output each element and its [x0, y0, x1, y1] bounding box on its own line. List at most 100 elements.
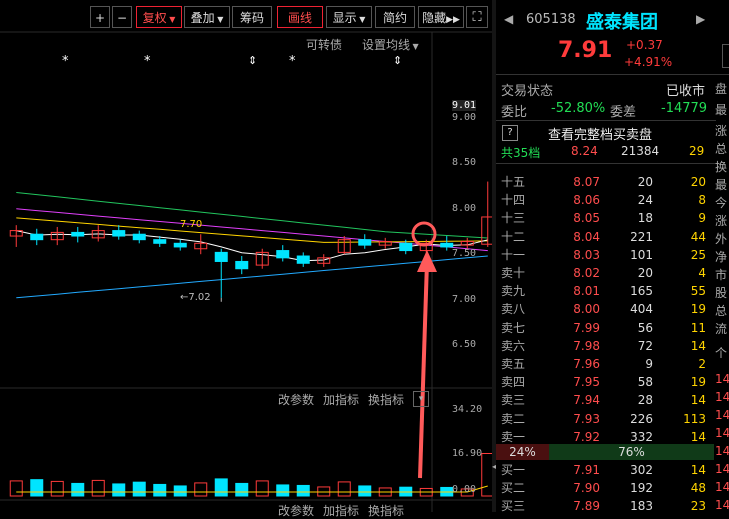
full-order-book-link[interactable]: 查看完整档买卖盘 — [548, 124, 652, 143]
stock-name[interactable]: 盛泰集团 — [586, 8, 658, 34]
volume-bar — [235, 482, 249, 497]
bid-row[interactable]: 买一 7.91 302 14 — [496, 461, 729, 479]
side-stat-label: 净 — [715, 250, 728, 264]
level-price: 8.01 — [573, 284, 600, 299]
huanzhibiao-button-2[interactable]: 换指标 — [368, 502, 404, 519]
quote-panel: ◀ 605138 盛泰集团 ▶ 7.91 +0.37 +4.91% 交易状态 已… — [496, 0, 729, 515]
webi-value: -52.80% — [551, 101, 606, 116]
side-stat-label: 换 — [715, 160, 728, 174]
level-count: 23 — [690, 499, 706, 514]
side-stat-label: 最 — [715, 103, 728, 117]
ask-row[interactable]: 卖五 7.96 9 2 — [496, 355, 729, 373]
y-tick: 7.50 — [452, 248, 477, 259]
price-change: +0.37 — [626, 38, 663, 52]
ask-row[interactable]: 卖八 8.00 404 19 — [496, 300, 729, 318]
level-name: 卖六 — [501, 338, 526, 353]
kline-chart-panel[interactable]: + − 复权 ▼ 叠加 ▼ 筹码 画线 显示 ▼ 简约 隐藏▶▶ ⛶ 可转债 设… — [0, 0, 492, 518]
help-icon[interactable]: ? — [502, 125, 518, 141]
side-button[interactable] — [722, 44, 729, 68]
webi-label: 委比 — [501, 105, 528, 120]
level-name: 卖七 — [501, 320, 526, 335]
side-stat-label: 涨 — [715, 124, 728, 138]
vol-tick: 16.90 — [452, 448, 483, 459]
level-price: 8.05 — [573, 211, 600, 226]
y-tick: 6.50 — [452, 339, 477, 350]
vol-tick: 0.00 — [452, 484, 477, 495]
candle-body — [153, 239, 167, 244]
prev-stock-icon[interactable]: ◀ — [504, 12, 513, 26]
level-price: 7.98 — [573, 338, 600, 353]
ask-row[interactable]: 卖四 7.95 58 19 — [496, 373, 729, 391]
side-stat-label: 盘 — [715, 82, 728, 96]
annotation-arrow-shaft — [418, 261, 429, 479]
level-price: 8.07 — [573, 175, 600, 189]
level-name: 十二 — [501, 229, 526, 244]
level-volume: 226 — [630, 411, 653, 426]
ask-row[interactable]: 卖九 8.01 165 55 — [496, 282, 729, 300]
volume-bar — [173, 485, 187, 497]
level-volume: 58 — [637, 375, 653, 390]
ask-row[interactable]: 十三 8.05 18 9 — [496, 209, 729, 227]
ask-row[interactable]: 十二 8.04 221 44 — [496, 228, 729, 246]
candle-body — [132, 233, 146, 241]
volume-bar — [337, 481, 351, 497]
indicator-settings-icon[interactable]: ▾ — [413, 391, 429, 407]
level-name: 十五 — [501, 175, 526, 189]
ask-row[interactable]: 十四 8.06 24 8 — [496, 191, 729, 209]
volume-bar — [153, 483, 167, 497]
level-name: 卖三 — [501, 393, 526, 408]
sell-ratio-bar: 24% — [496, 444, 549, 460]
price-change-pct: +4.91% — [624, 55, 673, 69]
level-count: 48 — [690, 481, 706, 496]
candle-body — [440, 242, 454, 248]
jiazhibiao-button-2[interactable]: 加指标 — [323, 502, 359, 519]
ask-row[interactable]: 十一 8.03 101 25 — [496, 246, 729, 264]
ma60-line — [16, 255, 488, 299]
y-tick-current-max: 9.01 — [452, 100, 477, 111]
huanzhibiao-button[interactable]: 换指标 — [368, 391, 404, 408]
ask-row[interactable]: 十五 8.07 20 20 — [496, 173, 729, 191]
levels-volume: 21384 — [621, 144, 660, 158]
level-price: 8.03 — [573, 247, 600, 262]
side-stat-label: 最 — [715, 178, 728, 192]
side-stat-label: 14 — [715, 444, 729, 458]
side-stat-label: 今 — [715, 196, 728, 210]
bid-row[interactable]: 买二 7.90 192 48 — [496, 479, 729, 497]
level-count: 14 — [690, 463, 706, 477]
bid-row[interactable]: 买三 7.89 183 23 — [496, 497, 729, 515]
last-price: 7.91 — [558, 38, 613, 63]
level-name: 卖九 — [501, 284, 526, 299]
ask-row[interactable]: 卖六 7.98 72 14 — [496, 337, 729, 355]
weicha-label: 委差 — [610, 105, 637, 120]
level-count: 19 — [690, 302, 706, 317]
level-name: 买一 — [501, 463, 526, 477]
level-price: 7.93 — [573, 411, 600, 426]
level-volume: 56 — [637, 320, 653, 335]
divider — [496, 74, 729, 75]
ask-row[interactable]: 卖七 7.99 56 11 — [496, 319, 729, 337]
candle-body — [71, 231, 85, 237]
volume-bar — [71, 482, 85, 497]
buy-ratio-bar: 76% — [549, 444, 714, 460]
level-name: 卖五 — [501, 357, 526, 371]
level-volume: 192 — [630, 481, 653, 496]
y-tick: 8.00 — [452, 203, 477, 214]
level-volume: 101 — [630, 247, 653, 262]
jiazhibiao-button[interactable]: 加指标 — [323, 391, 359, 408]
level-count: 14 — [690, 393, 706, 408]
candle-body — [112, 230, 126, 237]
ask-row[interactable]: 卖三 7.94 28 14 — [496, 391, 729, 409]
volume-bar — [9, 480, 23, 497]
gaicanshu-button[interactable]: 改参数 — [278, 391, 314, 408]
side-stat-label: 总 — [715, 304, 728, 318]
candle-body — [235, 260, 249, 270]
next-stock-icon[interactable]: ▶ — [696, 12, 705, 26]
level-count: 113 — [683, 411, 706, 426]
level-name: 卖二 — [501, 411, 526, 426]
ask-row[interactable]: 卖二 7.93 226 113 — [496, 410, 729, 428]
level-volume: 183 — [630, 499, 653, 514]
volume-bar — [50, 480, 64, 497]
ask-row[interactable]: 卖十 8.02 20 4 — [496, 264, 729, 282]
level-count: 44 — [690, 229, 706, 244]
gaicanshu-button-2[interactable]: 改参数 — [278, 502, 314, 519]
